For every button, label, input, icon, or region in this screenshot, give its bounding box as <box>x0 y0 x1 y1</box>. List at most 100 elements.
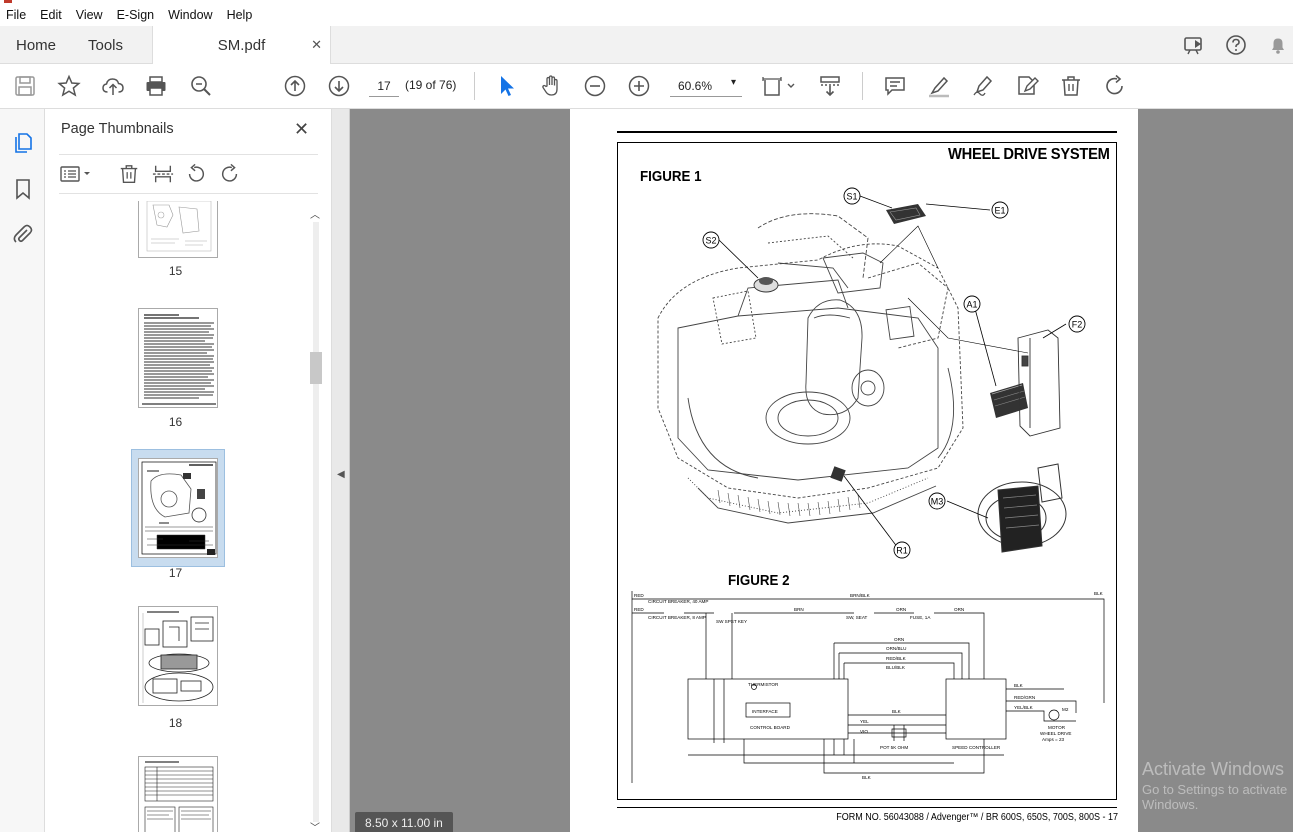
hand-tool-icon[interactable] <box>539 74 563 98</box>
upload-cloud-icon[interactable] <box>101 74 125 98</box>
zoom-out-icon[interactable] <box>583 74 607 98</box>
comment-icon[interactable] <box>883 74 907 98</box>
menu-help[interactable]: Help <box>227 8 253 22</box>
select-pointer-icon[interactable] <box>495 74 519 98</box>
svg-text:RED/GRN: RED/GRN <box>1014 695 1035 700</box>
page-number-input[interactable] <box>369 75 399 97</box>
thumbnail-label: 18 <box>168 716 183 730</box>
figure-2-schematic: RED RED BRN/BLK BLK CIRCUIT BREAKER, 40 … <box>631 591 1105 783</box>
scroll-up-arrow-icon[interactable]: ︿ <box>310 206 320 221</box>
close-tab-icon[interactable]: ✕ <box>311 37 322 53</box>
draw-pencil-icon[interactable] <box>971 74 995 98</box>
bookmark-star-icon[interactable] <box>57 74 81 98</box>
app-icon <box>4 0 12 3</box>
document-tab-label: SM.pdf <box>217 36 266 54</box>
callout-a1: A1 <box>966 300 977 310</box>
chevron-down-icon: ▾ <box>730 77 736 88</box>
schematic-pot: POT 5K OHM <box>880 745 908 750</box>
close-panel-icon[interactable]: ✕ <box>294 119 309 140</box>
share-screen-icon[interactable] <box>1183 34 1205 56</box>
menu-window[interactable]: Window <box>168 8 212 22</box>
navigation-rail <box>0 109 45 832</box>
page-header-rule <box>617 131 1117 133</box>
zoom-level-dropdown[interactable]: 60.6% ▾ <box>670 75 742 97</box>
collapse-left-arrow-icon[interactable]: ◀ <box>337 469 345 480</box>
tab-home[interactable]: Home <box>16 26 56 64</box>
page-thumbnails-icon[interactable] <box>11 131 35 155</box>
edit-stamp-icon[interactable] <box>1015 74 1039 98</box>
previous-page-icon[interactable] <box>283 74 307 98</box>
schematic-circuit-breaker-40: CIRCUIT BREAKER, 40 AMP <box>648 599 708 604</box>
scroll-down-arrow-icon[interactable]: ﹀ <box>310 819 320 832</box>
next-page-icon[interactable] <box>327 74 351 98</box>
highlight-pen-icon[interactable] <box>927 74 951 98</box>
s1-keypad-module <box>886 204 926 224</box>
rotate-counterclockwise-icon[interactable] <box>185 163 209 187</box>
tab-document[interactable]: SM.pdf ✕ <box>152 26 331 64</box>
thumbnail-label: 16 <box>168 415 183 429</box>
callout-m3: M3 <box>931 497 944 507</box>
split-page-icon[interactable] <box>152 163 176 187</box>
thumbnail-page-17[interactable] <box>138 458 218 558</box>
delete-trash-icon[interactable] <box>1059 74 1083 98</box>
page-fit-icon[interactable] <box>762 74 798 98</box>
rotate-clockwise-icon[interactable] <box>219 163 243 187</box>
delete-page-icon[interactable] <box>118 163 142 187</box>
svg-text:RED/BLK: RED/BLK <box>886 656 907 661</box>
document-viewport[interactable]: WHEEL DRIVE SYSTEM FIGURE 1 S1 E1 S2 A1 … <box>350 109 1293 832</box>
callout-r1: R1 <box>896 546 908 556</box>
help-icon[interactable] <box>1225 34 1247 56</box>
svg-text:BLK: BLK <box>862 775 872 780</box>
page-title: WHEEL DRIVE SYSTEM <box>948 146 1110 163</box>
svg-text:RED: RED <box>634 607 644 612</box>
scroll-mode-icon[interactable] <box>818 74 842 98</box>
thumbnail-scrollbar[interactable]: ︿ ﹀ <box>308 206 324 832</box>
zoom-search-icon[interactable] <box>189 74 213 98</box>
svg-text:ORN: ORN <box>894 637 904 642</box>
thumbnail-page-18[interactable] <box>138 606 218 706</box>
svg-text:BLK: BLK <box>892 709 902 714</box>
pdf-page: WHEEL DRIVE SYSTEM FIGURE 1 S1 E1 S2 A1 … <box>570 109 1138 832</box>
svg-text:BLK: BLK <box>1014 683 1024 688</box>
print-icon[interactable] <box>144 74 168 98</box>
notifications-bell-icon[interactable] <box>1267 34 1289 56</box>
page-footer: FORM NO. 56043088 / Advenger™ / BR 600S,… <box>836 812 1118 823</box>
scrollbar-thumb[interactable] <box>310 352 322 384</box>
svg-text:YEL/BLK: YEL/BLK <box>1014 705 1034 710</box>
tab-bar: Home Tools SM.pdf ✕ <box>0 26 1293 64</box>
menu-bar: File Edit View E-Sign Window Help <box>0 4 1293 26</box>
scrollbar-track <box>313 222 319 822</box>
schematic-seat-switch: SW, SEAT <box>846 615 868 620</box>
rotate-clockwise-icon[interactable] <box>1103 74 1127 98</box>
thumbnail-page-16[interactable] <box>138 308 218 408</box>
thumbnail-options-menu-icon[interactable] <box>59 163 95 187</box>
menu-view[interactable]: View <box>76 8 103 22</box>
menu-file[interactable]: File <box>6 8 26 22</box>
schematic-speed-controller: SPEED CONTROLLER <box>952 745 1001 750</box>
svg-text:BLU/BLK: BLU/BLK <box>886 665 906 670</box>
schematic-thermistor: THERMISTOR <box>748 682 779 687</box>
bookmarks-icon[interactable] <box>11 177 35 201</box>
tab-tools[interactable]: Tools <box>88 26 123 64</box>
thumbnail-page-19[interactable] <box>138 756 218 832</box>
menu-edit[interactable]: Edit <box>40 8 62 22</box>
callout-e1: E1 <box>994 206 1005 216</box>
panel-collapse-strip[interactable]: ◀ <box>332 109 350 832</box>
attachments-paperclip-icon[interactable] <box>11 222 35 246</box>
schematic-motor: MOTOR <box>1048 725 1066 730</box>
svg-text:ORN/BLU: ORN/BLU <box>886 646 906 651</box>
thumbnail-label: 15 <box>168 264 183 278</box>
callout-s1: S1 <box>846 192 857 202</box>
svg-text:M2: M2 <box>1062 707 1069 712</box>
zoom-in-icon[interactable] <box>627 74 651 98</box>
main-toolbar: (19 of 76) 60.6% ▾ <box>0 64 1293 109</box>
watermark-line-1: Activate Windows <box>1142 759 1285 779</box>
thumbnail-page-15[interactable] <box>138 201 218 258</box>
schematic-wheel-drive: WHEEL DRIVE <box>1040 731 1071 736</box>
page-count-label: (19 of 76) <box>405 78 457 92</box>
page-thumbnails-panel: Page Thumbnails ✕ 15 16 17 18 ︿ ﹀ <box>45 109 332 832</box>
menu-esign[interactable]: E-Sign <box>117 8 155 22</box>
svg-text:VIO: VIO <box>860 729 868 734</box>
save-icon[interactable] <box>13 74 37 98</box>
svg-text:BLK: BLK <box>1094 591 1104 596</box>
